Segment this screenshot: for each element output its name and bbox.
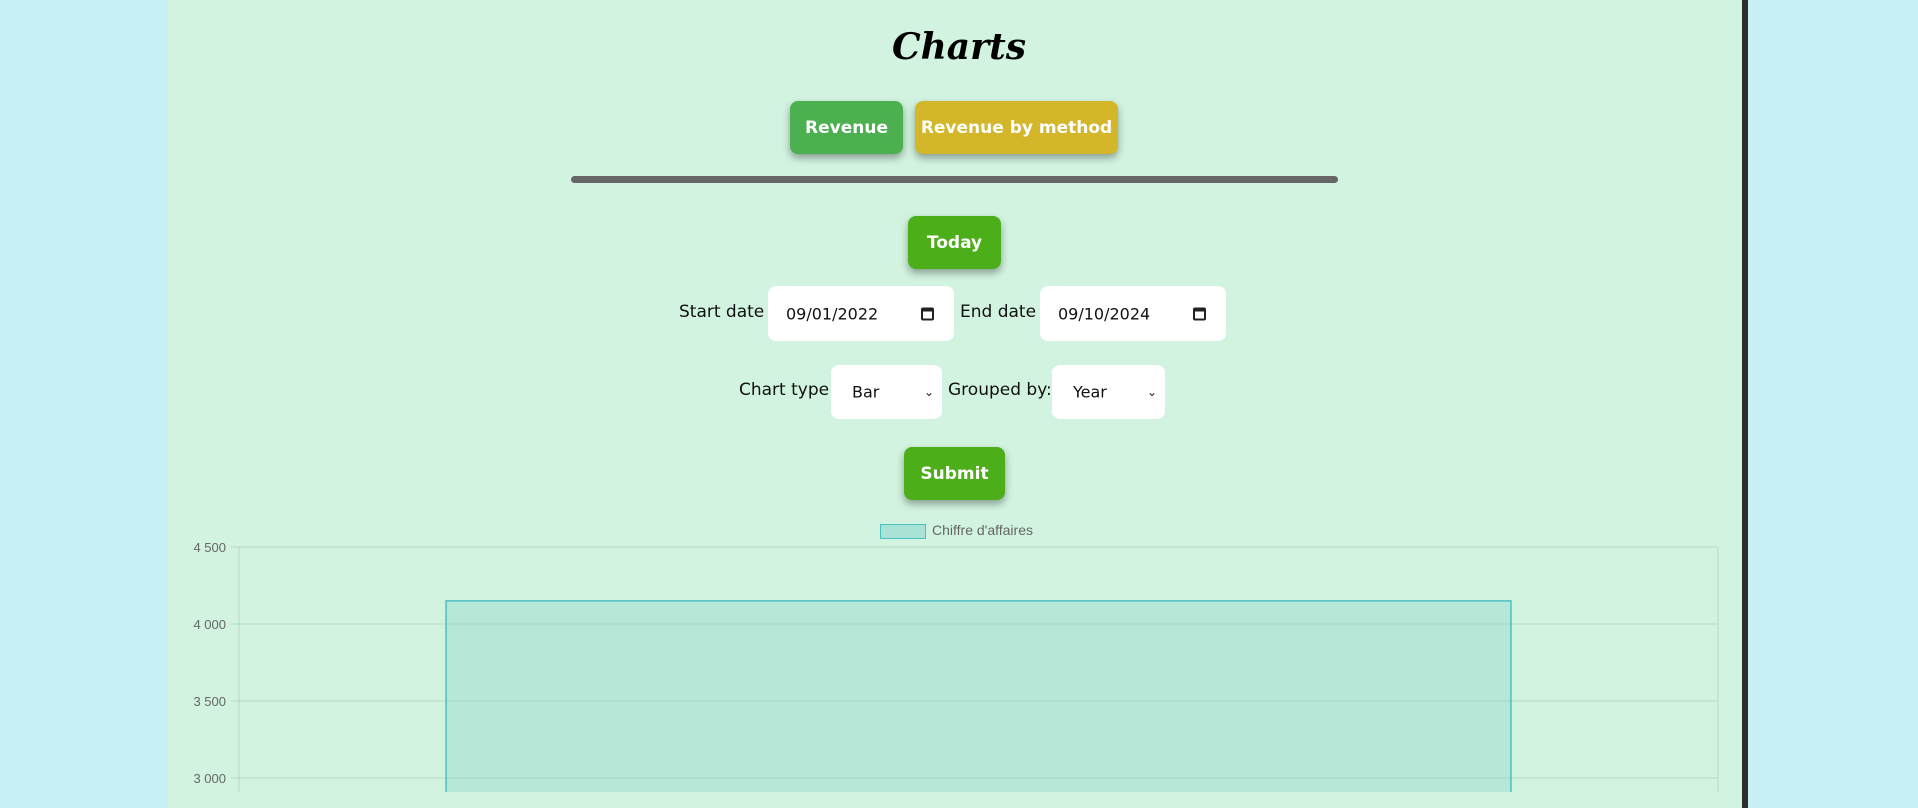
chart-type-label: Chart type — [739, 380, 830, 400]
section-divider — [571, 176, 1338, 183]
chevron-down-icon: ⌄ — [923, 385, 934, 399]
end-date-input[interactable]: 09/10/2024 — [1040, 286, 1226, 341]
end-date-value: 09/10/2024 — [1058, 304, 1151, 323]
y-tick-label: 3 500 — [193, 694, 226, 709]
grouped-by-label: Grouped by: — [948, 380, 1052, 400]
submit-button[interactable]: Submit — [904, 447, 1005, 500]
calendar-icon[interactable] — [921, 307, 934, 320]
calendar-icon[interactable] — [1193, 307, 1206, 320]
revenue-chart: 4 500 4 000 3 500 3 000 — [193, 540, 1719, 792]
start-date-value: 09/01/2022 — [786, 304, 879, 323]
bar — [445, 600, 1512, 792]
chart-type-value: Bar — [852, 382, 880, 402]
revenue-tab-button[interactable]: Revenue — [790, 101, 903, 154]
y-tick-label: 3 000 — [193, 771, 226, 786]
chevron-down-icon: ⌄ — [1146, 385, 1157, 399]
end-date-label: End date — [960, 302, 1037, 322]
page-title: Charts — [891, 26, 1026, 68]
y-tick-label: 4 500 — [193, 540, 226, 555]
y-tick-label: 4 000 — [193, 617, 226, 632]
chart-type-select[interactable]: Bar ⌄ — [831, 365, 942, 419]
start-date-label: Start date — [679, 302, 765, 322]
today-button[interactable]: Today — [908, 216, 1001, 269]
start-date-input[interactable]: 09/01/2022 — [768, 286, 954, 341]
grouped-by-select[interactable]: Year ⌄ — [1052, 365, 1165, 419]
grouped-by-value: Year — [1073, 382, 1107, 402]
revenue-by-method-tab-button[interactable]: Revenue by method — [915, 101, 1118, 154]
